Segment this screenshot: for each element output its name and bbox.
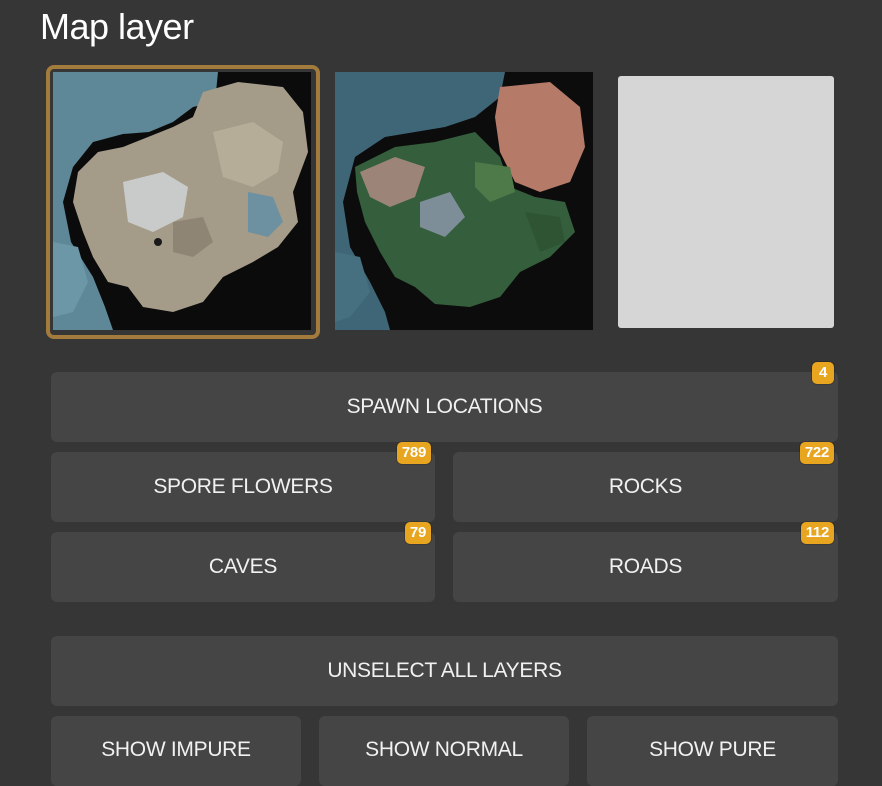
map-realistic-image	[335, 72, 593, 330]
map-layer-blank-thumbnail[interactable]	[618, 76, 834, 328]
caves-count-badge: 79	[404, 522, 431, 544]
unselect-all-layers-button[interactable]: UNSELECT ALL LAYERS	[51, 636, 838, 706]
panel-title: Map layer	[40, 6, 194, 47]
spore-flowers-label: SPORE FLOWERS	[153, 475, 333, 498]
show-pure-label: SHOW PURE	[649, 738, 776, 761]
show-impure-button[interactable]: SHOW IMPURE	[51, 716, 301, 786]
spore-flowers-button[interactable]: SPORE FLOWERS 789	[51, 442, 435, 522]
map-layer-gray-thumbnail[interactable]	[53, 72, 311, 330]
spore-flowers-count-badge: 789	[396, 442, 431, 464]
roads-button[interactable]: ROADS 112	[453, 522, 838, 602]
caves-button[interactable]: CAVES 79	[51, 522, 435, 602]
caves-label: CAVES	[208, 555, 278, 578]
map-gray-image	[53, 72, 311, 330]
roads-count-badge: 112	[800, 522, 834, 544]
spawn-locations-count-badge: 4	[812, 362, 834, 384]
roads-label: ROADS	[608, 555, 683, 578]
map-layer-realistic-thumbnail[interactable]	[335, 72, 593, 330]
show-pure-button[interactable]: SHOW PURE	[587, 716, 838, 786]
spawn-locations-label: SPAWN LOCATIONS	[346, 395, 543, 418]
show-normal-button[interactable]: SHOW NORMAL	[319, 716, 569, 786]
show-normal-label: SHOW NORMAL	[365, 738, 523, 761]
show-impure-label: SHOW IMPURE	[101, 738, 251, 761]
rocks-label: ROCKS	[608, 475, 683, 498]
rocks-button[interactable]: ROCKS 722	[453, 442, 838, 522]
unselect-all-layers-label: UNSELECT ALL LAYERS	[327, 659, 562, 682]
spawn-locations-button[interactable]: SPAWN LOCATIONS 4	[51, 362, 838, 442]
rocks-count-badge: 722	[799, 442, 834, 464]
